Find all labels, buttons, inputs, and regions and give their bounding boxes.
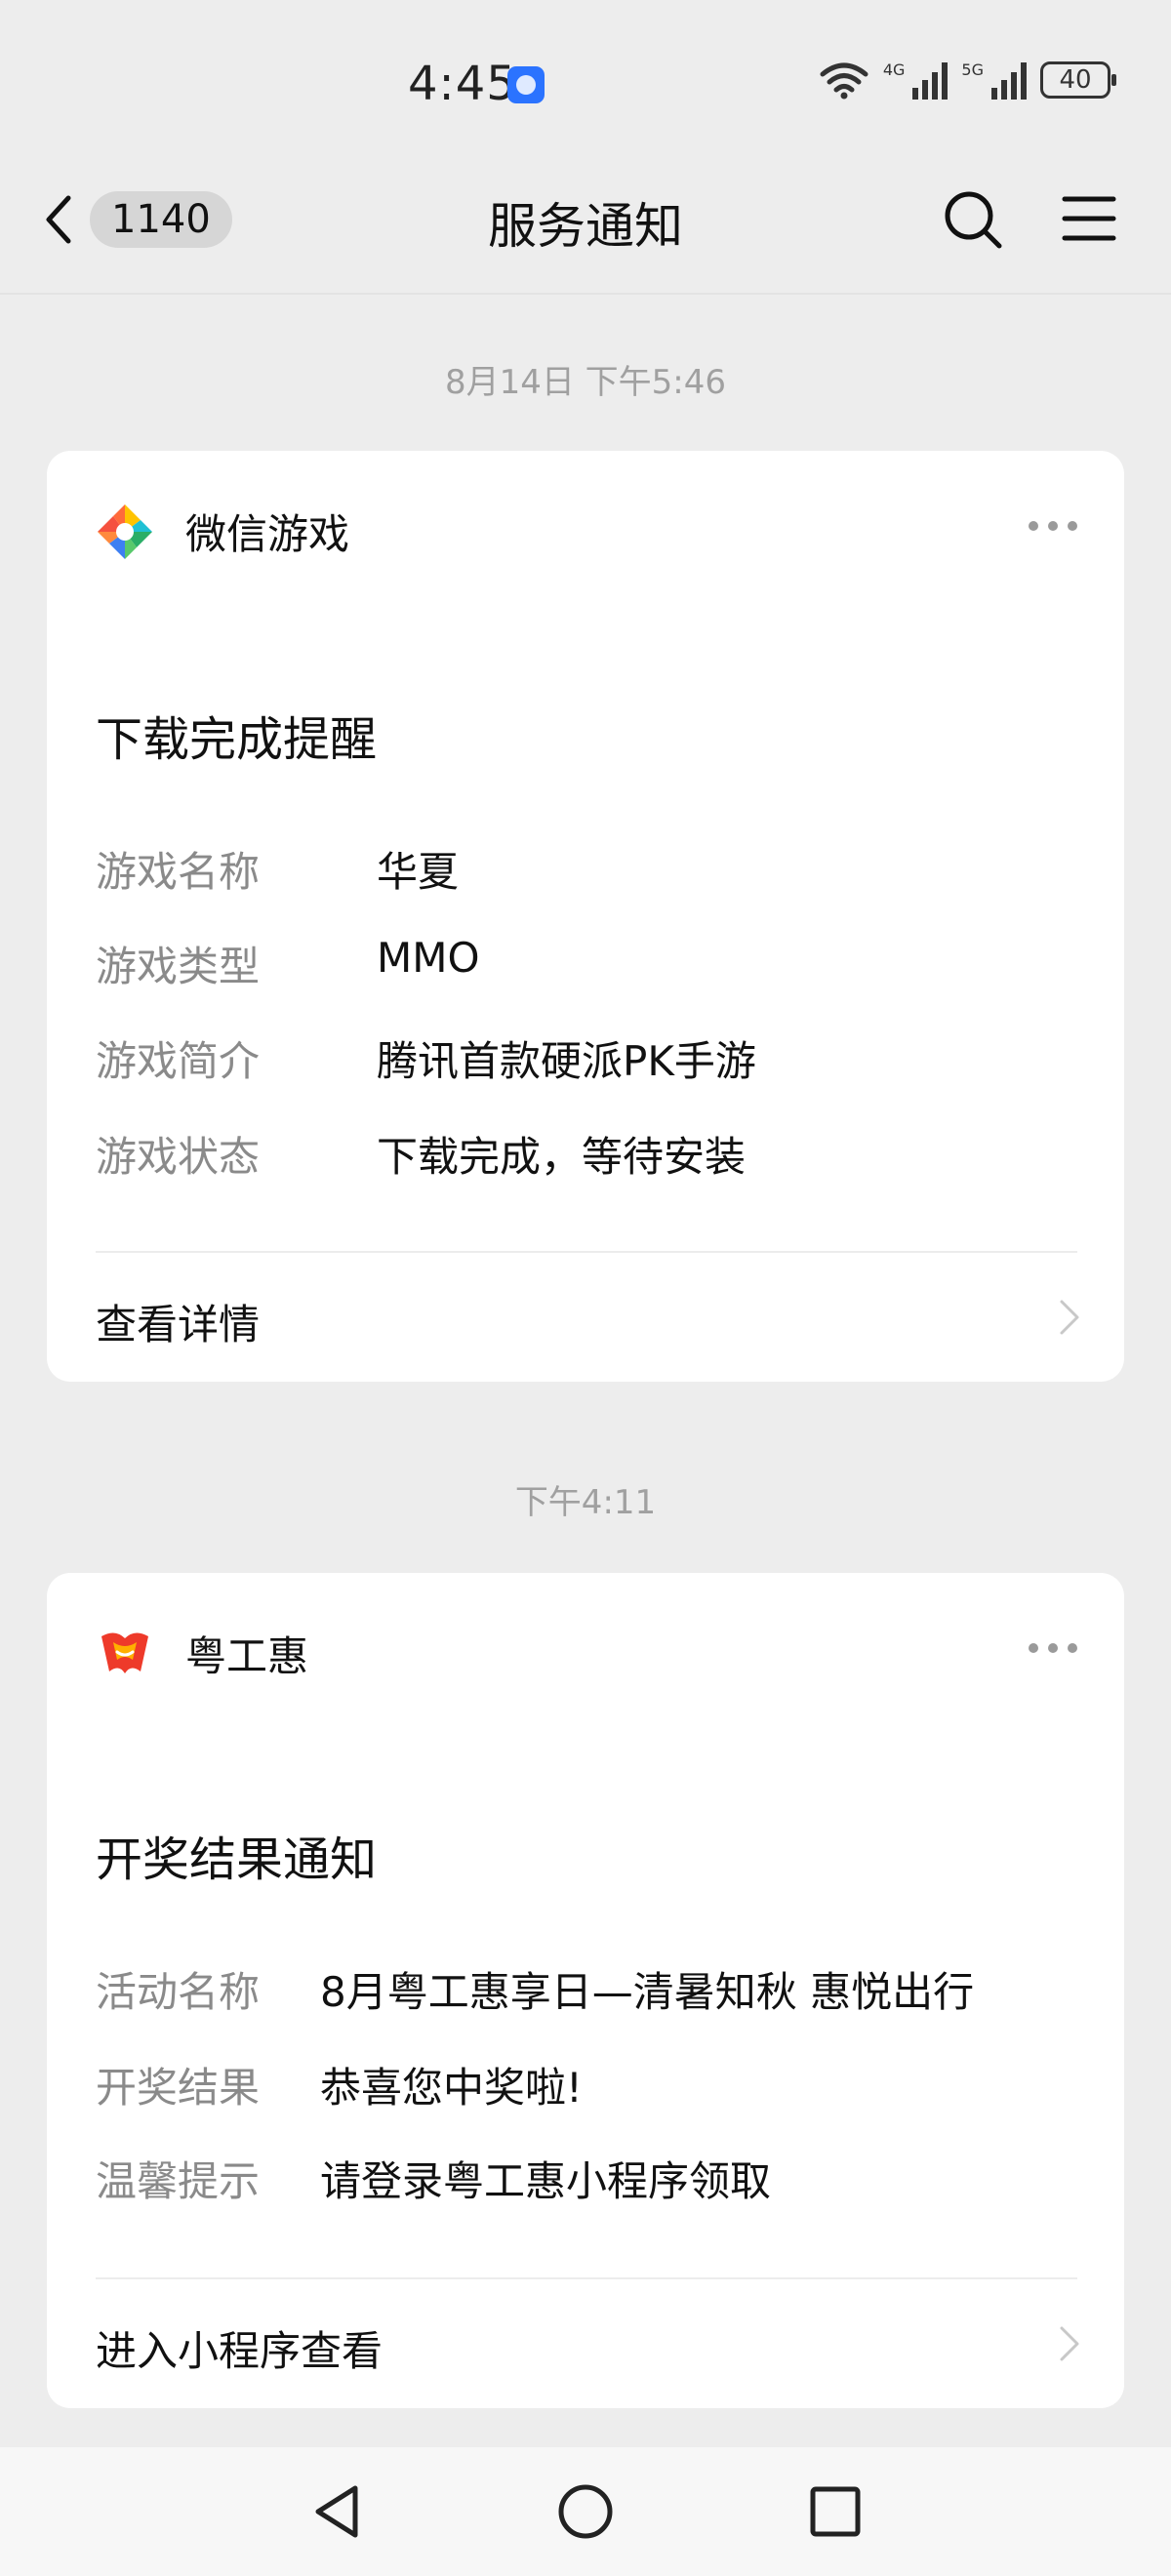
- chevron-right-icon: [1060, 1300, 1079, 1335]
- yuegonghui-logo-icon: [101, 1631, 148, 1673]
- field-label: 游戏类型: [96, 943, 261, 990]
- field-value: 请登录粤工惠小程序领取: [320, 2157, 772, 2205]
- view-details-button[interactable]: 查看详情: [47, 1253, 1124, 1380]
- nav-recents-icon[interactable]: [806, 2482, 865, 2541]
- field-value: 腾讯首款硬派PK手游: [377, 1037, 756, 1085]
- signal-2-icon: [991, 60, 1027, 100]
- status-bar: 4:45 4G 5G 40: [0, 0, 1171, 146]
- wechat-games-logo-icon: [98, 503, 152, 559]
- nav-home-icon[interactable]: [556, 2482, 615, 2541]
- field-label: 温馨提示: [96, 2157, 261, 2205]
- app-notification-icon: [507, 66, 545, 103]
- field-label: 游戏简介: [96, 1037, 261, 1085]
- signal-1-icon: [912, 60, 949, 100]
- message-timestamp: 8月14日 下午5:46: [444, 363, 727, 402]
- chevron-right-icon: [1060, 2326, 1079, 2361]
- service-name: 粤工惠: [185, 1632, 309, 1680]
- battery-icon: 40: [1040, 61, 1116, 99]
- message-card: 粤工惠 开奖结果通知 活动名称 8月粤工惠享日—清暑知秋 惠悦出行 开奖结果 恭…: [47, 1573, 1124, 2408]
- card-header: 粤工惠: [96, 1624, 308, 1683]
- nav-back-icon[interactable]: [308, 2482, 367, 2541]
- field-label: 游戏名称: [96, 848, 261, 896]
- message-timestamp: 下午4:11: [514, 1483, 657, 1522]
- signal-1-label: 4G: [882, 60, 906, 79]
- action-label: 进入小程序查看: [96, 2327, 384, 2375]
- message-title: 开奖结果通知: [96, 1832, 378, 1887]
- card-header: 微信游戏: [96, 502, 349, 561]
- more-options-icon[interactable]: [1029, 1643, 1077, 1653]
- status-time: 4:45: [408, 57, 517, 111]
- field-value: MMO: [377, 934, 480, 982]
- field-value: 恭喜您中奖啦!: [320, 2064, 583, 2112]
- nav-bar: 1140 服务通知: [0, 146, 1171, 295]
- search-icon[interactable]: [943, 189, 1003, 250]
- system-navigation-bar: [0, 2447, 1171, 2576]
- field-label: 活动名称: [96, 1968, 261, 2016]
- menu-icon[interactable]: [1062, 191, 1116, 246]
- battery-level: 40: [1059, 65, 1092, 95]
- field-value: 8月粤工惠享日—清暑知秋 惠悦出行: [320, 1968, 975, 2016]
- open-mini-program-button[interactable]: 进入小程序查看: [47, 2279, 1124, 2406]
- message-title: 下载完成提醒: [96, 712, 378, 767]
- field-value: 华夏: [377, 848, 460, 896]
- wifi-icon: [820, 62, 868, 100]
- signal-2-label: 5G: [961, 60, 984, 79]
- service-name: 微信游戏: [185, 510, 350, 558]
- action-label: 查看详情: [96, 1301, 261, 1348]
- message-card: 微信游戏 下载完成提醒 游戏名称 华夏 游戏类型 MMO 游戏简介 腾讯首款硬派…: [47, 451, 1124, 1382]
- status-indicators: 4G 5G 40: [819, 60, 1116, 100]
- field-label: 开奖结果: [96, 2064, 261, 2112]
- field-label: 游戏状态: [96, 1133, 261, 1181]
- more-options-icon[interactable]: [1029, 521, 1077, 531]
- field-value: 下载完成，等待安装: [377, 1133, 747, 1181]
